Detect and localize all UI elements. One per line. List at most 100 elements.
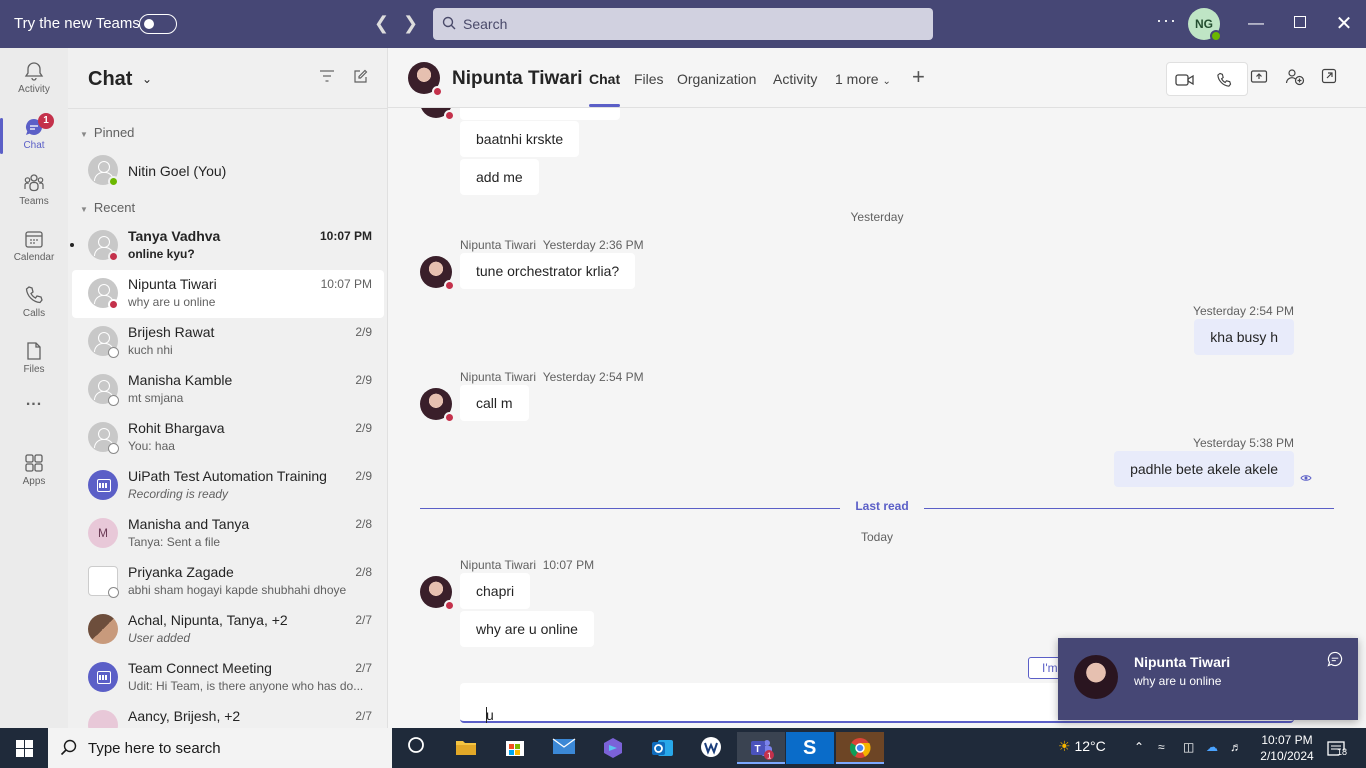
rail-apps[interactable]: Apps (0, 446, 68, 498)
sender-avatar (420, 576, 455, 611)
tab-organization[interactable]: Organization (677, 71, 756, 87)
filter-icon[interactable] (320, 70, 334, 82)
teams-app-icon: T1 (751, 740, 774, 761)
bell-icon (24, 62, 44, 81)
tab-more-label: 1 more (835, 71, 879, 87)
rail-label: Chat (23, 140, 45, 151)
my-message-bubble[interactable]: kha busy h (1194, 319, 1294, 355)
message-bubble[interactable]: call m (460, 385, 529, 421)
presence-busy-icon (432, 86, 443, 97)
message-bubble-cut[interactable] (460, 108, 620, 120)
message-bubble[interactable]: baatnhi krskte (460, 121, 580, 157)
taskbar-copilot[interactable] (589, 732, 637, 764)
pop-out-icon[interactable] (1321, 68, 1337, 84)
message-time: Yesterday 2:54 PM (542, 370, 644, 384)
add-tab-button[interactable]: + (912, 64, 925, 90)
chat-item[interactable]: Tanya Vadhva online kyu? 10:07 PM (70, 222, 384, 270)
seen-eye-icon (1300, 475, 1312, 481)
notification-center-button[interactable]: 18 (1326, 740, 1348, 761)
tab-chat[interactable]: Chat (589, 71, 621, 107)
share-screen-icon[interactable] (1250, 68, 1268, 86)
message-bubble[interactable]: tune orchestrator krlia? (460, 253, 636, 289)
message-bubble[interactable]: add me (460, 159, 539, 195)
forward-arrow-icon[interactable]: ❯ (403, 13, 418, 34)
rail-files[interactable]: Files (0, 334, 68, 386)
profile-avatar[interactable]: NG (1188, 8, 1222, 42)
chat-item[interactable]: Brijesh Rawat kuch nhi 2/9 (72, 318, 384, 366)
chat-item[interactable]: Achal, Nipunta, Tanya, +2 User added 2/7 (72, 606, 384, 654)
windows-start-icon[interactable] (16, 740, 33, 757)
search-input[interactable]: Search (433, 8, 933, 40)
last-read-divider: Last read (420, 499, 1334, 513)
tab-more[interactable]: 1 more ⌄ (835, 71, 891, 87)
taskbar-outlook[interactable] (638, 732, 686, 764)
try-new-teams-toggle[interactable] (139, 14, 177, 34)
onedrive-icon[interactable]: ☁ (1206, 740, 1218, 754)
rail-calendar[interactable]: Calendar (0, 222, 68, 274)
pinned-section-header[interactable]: ▼ Pinned (80, 125, 134, 140)
chat-preview: online kyu? (128, 247, 195, 261)
reply-chat-icon[interactable] (1326, 650, 1344, 668)
chevron-up-icon[interactable]: ⌃ (1134, 740, 1144, 754)
chat-time: 10:07 PM (320, 277, 372, 291)
chat-item[interactable]: Nipunta Tiwari why are u online 10:07 PM (72, 270, 384, 318)
taskbar-mail[interactable] (540, 732, 588, 764)
maximize-button[interactable] (1288, 12, 1312, 36)
chat-item[interactable]: Priyanka Zagade abhi sham hogayi kapde s… (72, 558, 384, 606)
taskbar-teams[interactable]: T1 (737, 732, 785, 764)
rail-teams[interactable]: Teams (0, 166, 68, 218)
chevron-down-icon[interactable]: ⌄ (142, 72, 152, 86)
taskbar-skype[interactable]: S (786, 732, 834, 764)
chat-item[interactable]: Team Connect Meeting Udit: Hi Team, is t… (72, 654, 384, 702)
chat-name: UiPath Test Automation Training (128, 468, 327, 484)
rail-label: Calls (22, 308, 46, 319)
taskbar-search-input[interactable]: Type here to search (48, 728, 392, 768)
rail-calls[interactable]: Calls (0, 278, 68, 330)
wifi-icon[interactable]: ≈ (1158, 740, 1165, 754)
back-arrow-icon[interactable]: ❮ (374, 13, 389, 34)
tab-files[interactable]: Files (634, 71, 664, 87)
chat-item[interactable]: UiPath Test Automation Training Recordin… (72, 462, 384, 510)
battery-icon[interactable]: ◫ (1183, 740, 1194, 754)
message-bubble[interactable]: why are u online (460, 611, 594, 647)
chat-preview: You: haa (128, 439, 175, 453)
my-message-bubble[interactable]: padhle bete akele akele (1114, 451, 1294, 487)
taskbar-clock[interactable]: 10:07 PM 2/10/2024 (1258, 732, 1316, 764)
minimize-button[interactable]: — (1244, 12, 1268, 36)
task-view-button[interactable] (392, 732, 440, 764)
notification-toast[interactable]: Nipunta Tiwari why are u online (1058, 638, 1358, 720)
more-options-button[interactable]: ··· (1156, 10, 1177, 31)
notification-count: 18 (1337, 747, 1348, 757)
video-call-icon[interactable] (1175, 72, 1195, 88)
chat-item[interactable]: Rohit Bhargava You: haa 2/9 (72, 414, 384, 462)
day-separator: Yesterday (850, 210, 904, 224)
taskbar-file-explorer[interactable] (442, 732, 490, 764)
add-people-icon[interactable] (1285, 68, 1305, 86)
contact-avatar[interactable] (408, 62, 443, 97)
rail-activity[interactable]: Activity (0, 54, 68, 106)
close-button[interactable]: ✕ (1332, 12, 1356, 36)
audio-call-icon[interactable] (1215, 71, 1233, 89)
app-icon (701, 737, 721, 757)
rail-more[interactable]: ... (0, 392, 68, 444)
chat-item[interactable]: Aancy, Brijesh, +2 2/7 (72, 702, 384, 728)
tab-activity[interactable]: Activity (773, 71, 817, 87)
taskbar-search-placeholder: Type here to search (88, 740, 221, 757)
chat-item-pinned-self[interactable]: Nitin Goel (You) (72, 147, 384, 195)
rail-chat[interactable]: Chat 1 (0, 110, 68, 162)
taskbar-chrome[interactable] (836, 732, 884, 764)
recent-section-header[interactable]: ▼ Recent (80, 200, 135, 215)
svg-text:S: S (803, 737, 816, 758)
message-bubble[interactable]: chapri (460, 573, 531, 609)
call-buttons (1166, 62, 1248, 96)
chat-item[interactable]: M Manisha and Tanya Tanya: Sent a file 2… (72, 510, 384, 558)
weather-widget[interactable]: ☀ 12°C (1058, 738, 1106, 755)
store-icon (506, 741, 524, 756)
chat-item[interactable]: Manisha Kamble mt smjana 2/9 (72, 366, 384, 414)
taskbar-store[interactable] (491, 732, 539, 764)
taskbar-app[interactable] (687, 732, 735, 764)
contact-name[interactable]: Nipunta Tiwari (452, 68, 583, 90)
volume-icon[interactable]: ♬ (1230, 740, 1242, 754)
sender-avatar (420, 388, 455, 423)
new-chat-icon[interactable] (353, 69, 368, 84)
